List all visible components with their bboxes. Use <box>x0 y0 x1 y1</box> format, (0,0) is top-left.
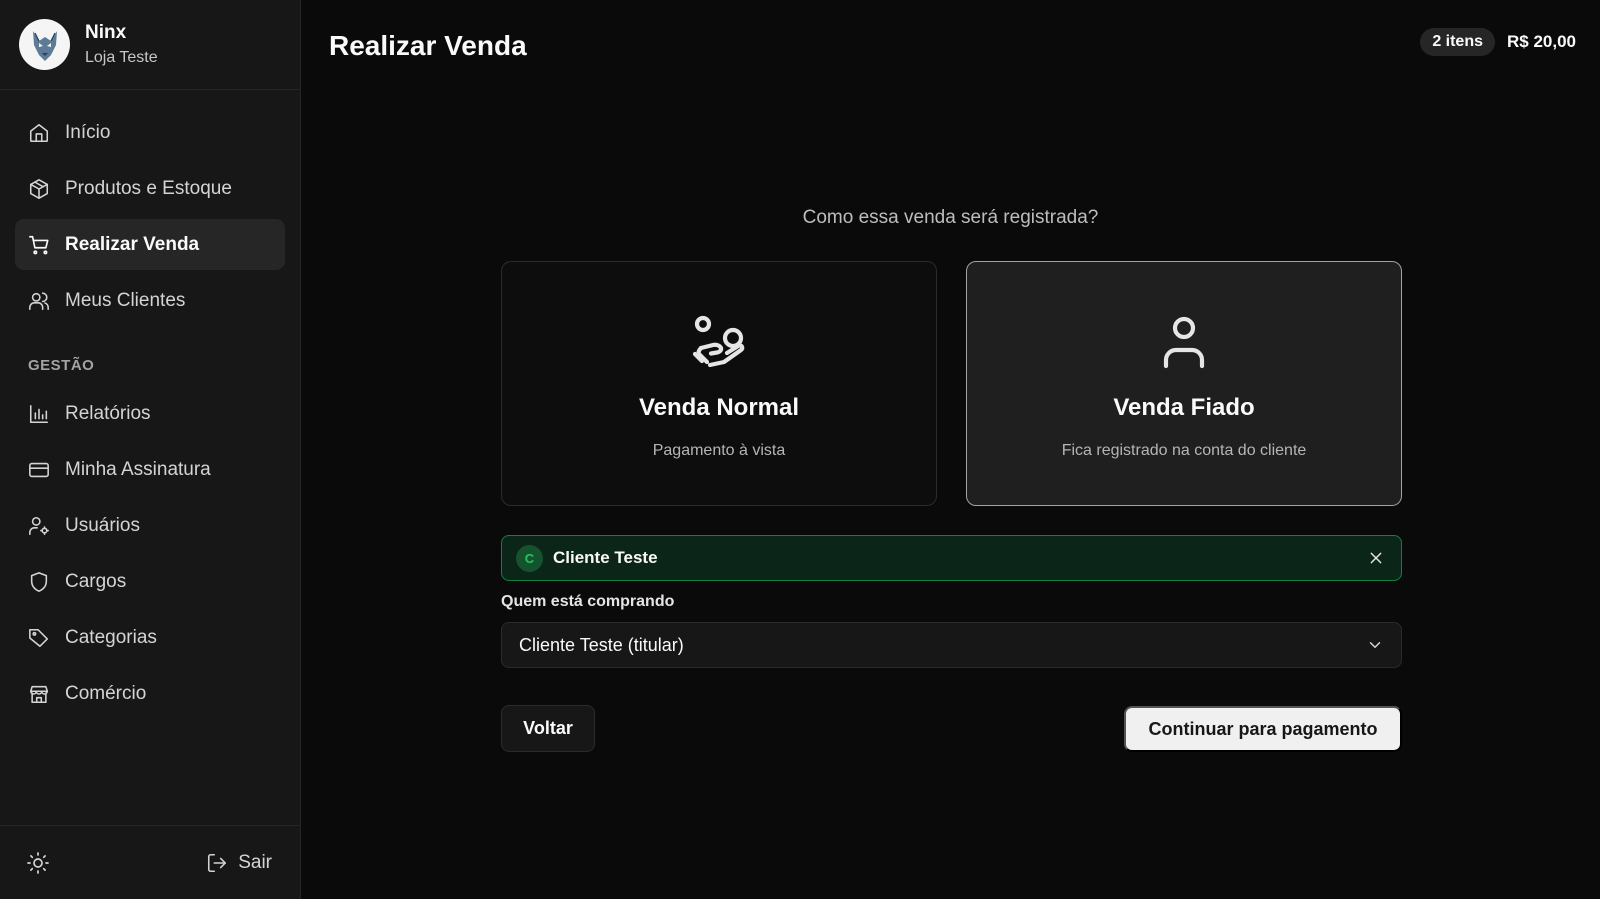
sale-type-options: Venda Normal Pagamento à vista Venda Fia… <box>501 261 1402 506</box>
continue-to-payment-button[interactable]: Continuar para pagamento <box>1124 706 1402 752</box>
option-title: Venda Normal <box>638 394 800 421</box>
user-cog-icon <box>29 516 49 535</box>
bar-chart-icon <box>29 404 49 423</box>
selected-client-name: Cliente Teste <box>553 548 658 567</box>
option-title: Venda Fiado <box>1113 394 1255 421</box>
sidebar-item-label: Relatórios <box>65 402 151 424</box>
option-venda-normal[interactable]: Venda Normal Pagamento à vista <box>501 261 937 506</box>
option-subtitle: Fica registrado na conta do cliente <box>1061 442 1307 459</box>
sidebar-nav: Início Produtos e Estoque Realizar Venda… <box>0 90 300 724</box>
chevron-down-icon <box>1369 642 1381 648</box>
profile-header[interactable]: Ninx Loja Teste <box>0 0 300 90</box>
buyer-select-value: Cliente Teste (titular) <box>519 634 684 655</box>
hand-coins-icon <box>692 315 745 368</box>
sidebar-item-label: Meus Clientes <box>65 289 186 311</box>
package-icon <box>29 178 49 199</box>
sidebar-item-label: Cargos <box>65 570 127 592</box>
buyer-select[interactable]: Cliente Teste (titular) <box>501 622 1402 668</box>
sun-icon <box>27 851 49 874</box>
avatar <box>19 19 70 70</box>
tag-icon <box>29 628 49 647</box>
store-name: Loja Teste <box>85 49 158 66</box>
sidebar-item-label: Comércio <box>65 682 147 704</box>
sidebar-item-comercio[interactable]: Comércio <box>15 668 285 719</box>
sidebar-item-assinatura[interactable]: Minha Assinatura <box>15 444 285 495</box>
home-icon <box>29 123 49 142</box>
nav-section-gestao: GESTÃO <box>28 357 95 374</box>
sidebar-item-cargos[interactable]: Cargos <box>15 556 285 607</box>
sidebar-item-label: Início <box>65 121 111 143</box>
client-initial-avatar: C <box>516 544 543 572</box>
wolf-logo-icon <box>32 30 57 61</box>
sidebar: Ninx Loja Teste Início Produtos e Estoqu… <box>0 0 301 899</box>
profile-name: Ninx <box>85 22 127 43</box>
app-root: Ninx Loja Teste Início Produtos e Estoqu… <box>0 0 1600 899</box>
page-title: Realizar Venda <box>329 30 527 61</box>
back-button[interactable]: Voltar <box>501 705 595 752</box>
main-content: Realizar Venda 2 itens R$ 20,00 Como ess… <box>301 0 1600 899</box>
cart-count-badge: 2 itens <box>1420 28 1495 56</box>
sidebar-item-label: Realizar Venda <box>65 233 200 255</box>
sidebar-footer: Sair <box>0 825 300 899</box>
credit-card-icon <box>29 462 49 477</box>
option-venda-fiado[interactable]: Venda Fiado Fica registrado na conta do … <box>966 261 1402 506</box>
cart-total: R$ 20,00 <box>1507 32 1576 51</box>
logout-button[interactable]: Sair <box>206 852 272 874</box>
shield-icon <box>30 571 48 592</box>
theme-toggle-button[interactable] <box>25 850 51 876</box>
sidebar-item-label: Categorias <box>65 626 157 648</box>
option-subtitle: Pagamento à vista <box>652 442 786 459</box>
sidebar-item-inicio[interactable]: Início <box>15 107 285 158</box>
sidebar-item-realizar-venda[interactable]: Realizar Venda <box>15 219 285 270</box>
sidebar-item-relatorios[interactable]: Relatórios <box>15 388 285 439</box>
profile-text: Ninx Loja Teste <box>85 22 158 67</box>
sidebar-item-label: Usuários <box>65 514 140 536</box>
remove-client-button[interactable] <box>1365 547 1387 569</box>
selected-client-chip: C Cliente Teste <box>501 535 1402 581</box>
store-icon <box>29 685 49 703</box>
logout-icon <box>208 853 227 872</box>
sidebar-item-produtos[interactable]: Produtos e Estoque <box>15 163 285 214</box>
sale-type-question: Como essa venda será registrada? <box>802 207 1099 228</box>
close-icon <box>1370 552 1382 564</box>
cart-icon <box>29 235 49 254</box>
sidebar-item-label: Produtos e Estoque <box>65 177 232 199</box>
logout-label: Sair <box>238 851 272 873</box>
user-icon <box>1163 316 1205 369</box>
sidebar-item-categorias[interactable]: Categorias <box>15 612 285 663</box>
sidebar-item-label: Minha Assinatura <box>65 458 211 480</box>
buyer-label: Quem está comprando <box>501 593 675 610</box>
sidebar-item-clientes[interactable]: Meus Clientes <box>15 275 285 326</box>
sidebar-item-usuarios[interactable]: Usuários <box>15 500 285 551</box>
cart-summary[interactable]: 2 itens R$ 20,00 <box>1420 28 1576 56</box>
users-icon <box>29 291 49 310</box>
